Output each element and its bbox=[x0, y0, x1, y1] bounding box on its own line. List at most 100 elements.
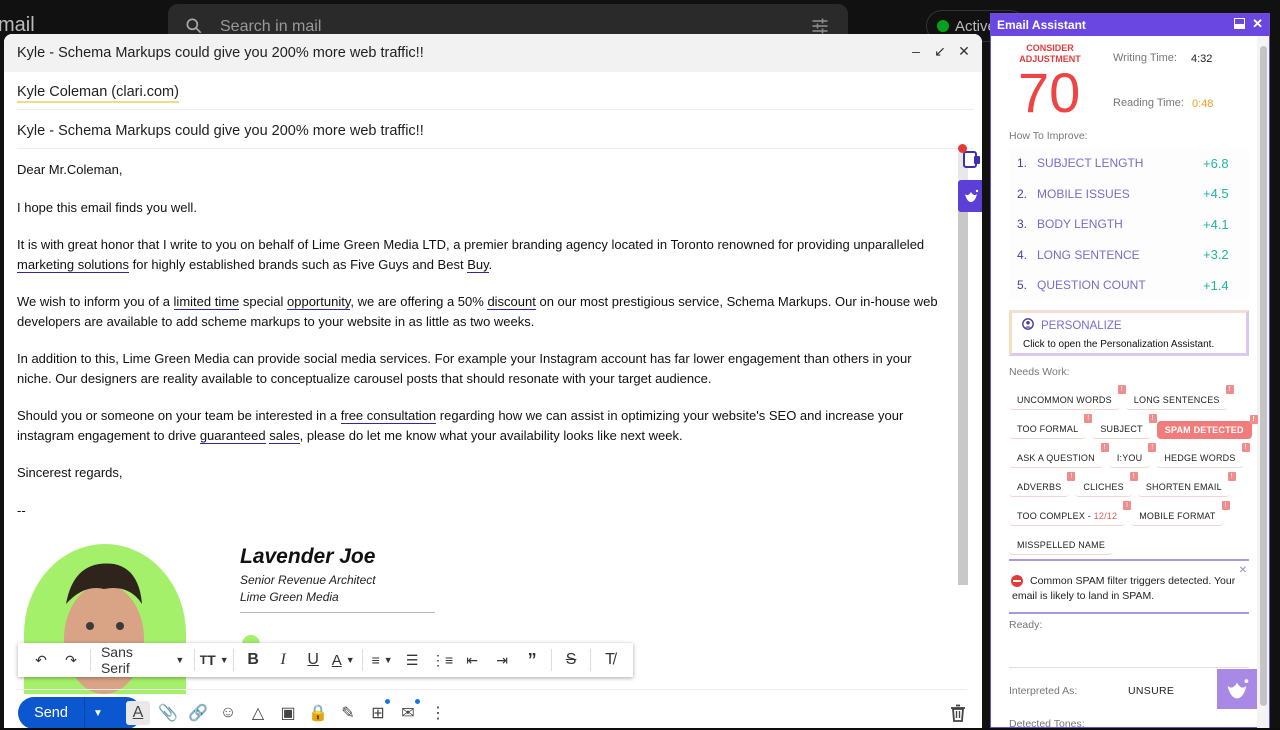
reading-time-label: Reading Time: bbox=[1113, 97, 1184, 109]
flagged-word[interactable]: marketing solutions bbox=[17, 256, 129, 273]
attach-file-icon[interactable]: 📎 bbox=[156, 701, 180, 725]
needs-work-chip[interactable]: TOO COMPLEX - 12/12! bbox=[1009, 501, 1132, 526]
item-gain: +3.2 bbox=[1203, 247, 1229, 263]
flagged-word[interactable]: free consultation bbox=[340, 408, 437, 424]
lavender-logo-button[interactable] bbox=[1217, 669, 1257, 709]
dismiss-alert-icon[interactable]: ✕ bbox=[1239, 565, 1247, 576]
to-field[interactable]: Kyle Coleman (clari.com) bbox=[17, 72, 974, 110]
improvement-item[interactable]: 2. MOBILE ISSUES +4.5 bbox=[1009, 178, 1249, 209]
assistant-scrollbar-thumb[interactable] bbox=[1260, 46, 1267, 706]
alert-icon: ! bbox=[1227, 472, 1236, 481]
quote-icon[interactable]: ” bbox=[517, 647, 547, 673]
recipient-chip[interactable]: Kyle Coleman (clari.com) bbox=[17, 84, 179, 103]
needs-work-label: Needs Work: bbox=[1009, 366, 1070, 378]
filter-options-icon[interactable] bbox=[810, 16, 830, 36]
minimize-icon[interactable]: – bbox=[908, 42, 924, 60]
alert-icon: ! bbox=[1221, 501, 1230, 510]
minimize-panel-icon[interactable] bbox=[1234, 18, 1245, 29]
drive-icon[interactable]: △ bbox=[246, 701, 270, 725]
detected-tones-label: Detected Tones: bbox=[1009, 718, 1085, 730]
needs-work-chip[interactable]: MOBILE FORMAT! bbox=[1131, 501, 1230, 526]
flagged-word[interactable]: discount bbox=[487, 294, 536, 310]
improvement-item[interactable]: 3. BODY LENGTH +4.1 bbox=[1009, 209, 1249, 240]
needs-work-chip[interactable]: HEDGE WORDS! bbox=[1156, 443, 1250, 468]
chevron-down-icon: ▼ bbox=[175, 655, 185, 665]
underline-icon[interactable]: U bbox=[298, 647, 328, 673]
needs-work-chip[interactable]: TOO FORMAL! bbox=[1009, 414, 1093, 439]
flagged-word[interactable]: guaranteed bbox=[199, 427, 266, 444]
numbered-list-icon[interactable]: ☰ bbox=[397, 647, 427, 673]
lavender-sidebar-tab[interactable] bbox=[958, 180, 982, 212]
item-number: 1. bbox=[1017, 156, 1028, 171]
emoji-icon[interactable]: ☺ bbox=[216, 701, 240, 725]
exit-fullscreen-icon[interactable]: ↙ bbox=[932, 42, 948, 60]
close-icon[interactable]: ✕ bbox=[956, 42, 972, 60]
spam-alert-text: Common SPAM filter triggers detected. Yo… bbox=[1012, 575, 1236, 602]
needs-work-chip[interactable]: LONG SENTENCES! bbox=[1125, 385, 1234, 410]
indent-less-icon[interactable]: ⇤ bbox=[457, 647, 487, 673]
flagged-word[interactable]: Buy bbox=[467, 256, 489, 273]
send-options-button[interactable]: ▼ bbox=[85, 697, 111, 728]
font-family-select[interactable]: Sans Serif ▼ bbox=[95, 644, 190, 676]
formatting-options-icon[interactable]: A bbox=[126, 701, 150, 725]
improvement-item[interactable]: 1. SUBJECT LENGTH +6.8 bbox=[1009, 148, 1249, 179]
needs-work-chip[interactable]: CLICHES! bbox=[1075, 472, 1138, 497]
needs-work-chip[interactable]: SHORTEN EMAIL! bbox=[1137, 472, 1236, 497]
needs-work-chip[interactable]: UNCOMMON WORDS! bbox=[1009, 385, 1126, 410]
needs-work-chip[interactable]: ADVERBS! bbox=[1009, 472, 1076, 497]
signature-company: Lime Green Media bbox=[240, 590, 339, 604]
insert-link-icon[interactable]: 🔗 bbox=[186, 701, 210, 725]
indent-more-icon[interactable]: ⇥ bbox=[487, 647, 517, 673]
body-scrollbar-thumb[interactable] bbox=[958, 194, 968, 585]
undo-icon[interactable]: ↶ bbox=[26, 647, 56, 673]
remove-formatting-icon[interactable]: T̸ bbox=[595, 647, 625, 673]
item-name: LONG SENTENCE bbox=[1037, 247, 1140, 262]
email-body[interactable]: Dear Mr.Coleman, I hope this email finds… bbox=[17, 160, 942, 538]
flagged-word[interactable]: sales bbox=[269, 427, 300, 444]
align-icon[interactable]: ≡ ▼ bbox=[367, 647, 397, 673]
lavender-logo-icon bbox=[1227, 679, 1249, 699]
personalize-button[interactable]: PERSONALIZE Click to open the Personaliz… bbox=[1009, 310, 1249, 356]
insert-photo-icon[interactable]: ▣ bbox=[276, 701, 300, 725]
more-options-icon[interactable]: ⋮ bbox=[426, 701, 450, 725]
italic-icon[interactable]: I bbox=[268, 647, 298, 673]
needs-work-chip[interactable]: ASK A QUESTION! bbox=[1009, 443, 1109, 468]
paragraph-5: Should you or someone on your team be in… bbox=[17, 406, 942, 445]
needs-work-chip[interactable]: I:YOU! bbox=[1108, 443, 1157, 468]
bold-icon[interactable]: B bbox=[238, 647, 268, 673]
email-assistant-panel: Email Assistant ✕ CONSIDER ADJUSTMENT 70… bbox=[990, 13, 1270, 730]
improvement-item[interactable]: 4. LONG SENTENCE +3.2 bbox=[1009, 239, 1249, 270]
send-button[interactable]: Send bbox=[18, 697, 85, 728]
item-number: 2. bbox=[1017, 186, 1028, 201]
flagged-word[interactable]: opportunity bbox=[287, 294, 351, 310]
text-color-icon[interactable]: A ▼ bbox=[328, 647, 358, 673]
strikethrough-icon[interactable]: S bbox=[556, 647, 586, 673]
font-family-value: Sans Serif bbox=[100, 644, 133, 676]
compose-header: Kyle - Schema Markups could give you 200… bbox=[4, 34, 982, 72]
close-panel-icon[interactable]: ✕ bbox=[1252, 16, 1263, 32]
toolbar-divider bbox=[90, 649, 91, 671]
confidential-mode-icon[interactable]: 🔒 bbox=[306, 701, 330, 725]
bulleted-list-icon[interactable]: ⋮≡ bbox=[427, 647, 457, 673]
alert-icon: ! bbox=[1241, 443, 1250, 452]
signature-separator: -- bbox=[17, 502, 26, 518]
extension-notification-icon[interactable] bbox=[958, 144, 982, 178]
toolbar-divider bbox=[233, 649, 235, 671]
signature-icon[interactable]: ✎ bbox=[336, 701, 360, 725]
alert-icon: ! bbox=[1148, 414, 1157, 423]
needs-work-chip[interactable]: MISSPELLED NAME bbox=[1009, 536, 1114, 555]
layouts-icon[interactable]: ⊞ bbox=[366, 699, 390, 725]
needs-work-chip[interactable]: SUBJECT! bbox=[1092, 414, 1157, 439]
font-size-icon[interactable]: T T ▼ bbox=[199, 647, 229, 673]
schedule-mail-icon[interactable]: ✉ bbox=[396, 699, 420, 725]
subject-text[interactable]: Kyle - Schema Markups could give you 200… bbox=[17, 123, 424, 139]
flagged-word[interactable]: limited time bbox=[173, 294, 240, 310]
signature-divider bbox=[240, 612, 435, 613]
item-gain: +1.4 bbox=[1203, 277, 1229, 293]
subject-field[interactable]: Kyle - Schema Markups could give you 200… bbox=[17, 111, 974, 149]
redo-icon[interactable]: ↷ bbox=[56, 647, 86, 673]
discard-draft-icon[interactable] bbox=[948, 703, 968, 723]
spam-detected-chip[interactable]: SPAM DETECTED! bbox=[1156, 414, 1258, 439]
closing: Sincerest regards, bbox=[17, 465, 123, 480]
improvement-item[interactable]: 5. QUESTION COUNT +1.4 bbox=[1009, 270, 1249, 301]
